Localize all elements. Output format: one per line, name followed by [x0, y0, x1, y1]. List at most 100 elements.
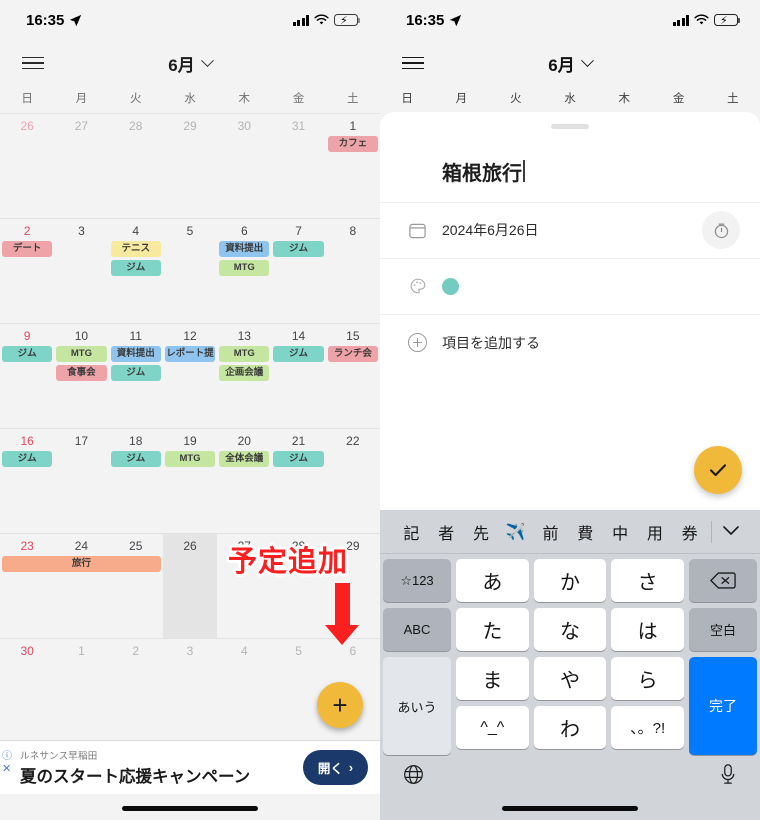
event-chip[interactable]: 食事会 [56, 365, 107, 381]
calendar-day-cell[interactable]: 24 [54, 534, 108, 638]
key-ra[interactable]: ら [611, 657, 685, 700]
chevron-down-icon[interactable] [716, 523, 746, 541]
event-chip[interactable]: 資料提出 [219, 241, 270, 257]
calendar-day-cell[interactable]: 20 全体会議 [217, 429, 271, 533]
close-icon[interactable]: ✕ [2, 763, 12, 776]
calendar-day-cell[interactable]: 28 [109, 114, 163, 218]
calendar-day-cell[interactable]: 25 [109, 534, 163, 638]
key-ta[interactable]: た [456, 608, 529, 651]
calendar-day-cell[interactable]: 7 ジム [271, 219, 325, 323]
key-ka[interactable]: か [533, 559, 607, 602]
event-chip[interactable]: デート [2, 241, 53, 257]
calendar-day-cell[interactable]: 4 テニス ジム [109, 219, 163, 323]
calendar-day-cell[interactable]: 10 MTG 食事会 [54, 324, 108, 428]
event-chip[interactable]: ジム [110, 365, 161, 381]
calendar-day-cell[interactable]: 3 [54, 219, 108, 323]
calendar-day-cell[interactable]: 29 [163, 114, 217, 218]
suggestion-item[interactable]: ✈️ [498, 522, 533, 542]
event-chip[interactable]: ジム [2, 346, 53, 362]
ad-open-button[interactable]: 開く › [302, 750, 368, 785]
calendar-day-cell[interactable]: 12 レポート提 [163, 324, 217, 428]
calendar-day-cell[interactable]: 14 ジム [271, 324, 325, 428]
event-chip[interactable]: ジム [2, 451, 53, 467]
calendar-day-cell[interactable]: 5 [271, 639, 325, 743]
suggestion-item[interactable]: 前 [533, 520, 568, 544]
key-ha[interactable]: は [611, 608, 685, 651]
event-chip[interactable]: ジム [110, 260, 161, 276]
calendar-day-cell[interactable]: 5 [163, 219, 217, 323]
timer-button[interactable] [702, 211, 740, 249]
calendar-day-cell[interactable]: 22 [326, 429, 380, 533]
calendar-day-cell[interactable]: 18 ジム [109, 429, 163, 533]
key-punctuation[interactable]: 、。?! [611, 706, 685, 749]
calendar-day-cell[interactable]: 23 [0, 534, 54, 638]
suggestion-item[interactable]: 先 [464, 520, 499, 544]
event-chip[interactable]: MTG [164, 451, 216, 467]
key-ya[interactable]: や [533, 657, 607, 700]
calendar-day-cell[interactable]: 17 [54, 429, 108, 533]
suggestion-item[interactable]: 券 [672, 520, 707, 544]
calendar-day-cell[interactable]: 4 [217, 639, 271, 743]
calendar-day-cell[interactable]: 30 [217, 114, 271, 218]
add-item-row[interactable]: 項目を追加する [380, 315, 760, 371]
info-icon[interactable]: ⓘ [2, 751, 12, 762]
event-chip[interactable]: ジム [273, 346, 324, 362]
event-chip[interactable]: テニス [110, 241, 161, 257]
save-event-fab[interactable] [694, 446, 742, 494]
month-selector-right[interactable]: 6月 [380, 51, 760, 76]
event-chip[interactable]: ジム [273, 451, 324, 467]
key-numbers[interactable]: ☆123 [383, 559, 451, 602]
microphone-icon[interactable] [718, 763, 738, 791]
calendar-day-cell[interactable]: 21 ジム [271, 429, 325, 533]
calendar-day-cell[interactable]: 19 MTG [163, 429, 217, 533]
calendar-day-cell[interactable]: 15 ランチ会 [326, 324, 380, 428]
calendar-day-cell[interactable]: 1 カフェ [326, 114, 380, 218]
calendar-day-cell[interactable]: 9 ジム [0, 324, 54, 428]
calendar-day-cell[interactable]: 16 ジム [0, 429, 54, 533]
key-sa[interactable]: さ [611, 559, 685, 602]
key-a[interactable]: あ [456, 559, 529, 602]
calendar-day-cell[interactable]: 8 [326, 219, 380, 323]
hamburger-menu-icon[interactable] [402, 56, 424, 70]
key-abc[interactable]: ABC [383, 608, 451, 651]
event-chip[interactable]: MTG [219, 260, 270, 276]
calendar-day-cell[interactable]: 30 [0, 639, 54, 743]
event-chip[interactable]: ジム [273, 241, 324, 257]
calendar-day-cell[interactable]: 27 [54, 114, 108, 218]
key-ma[interactable]: ま [456, 657, 529, 700]
calendar-day-cell[interactable]: 31 [271, 114, 325, 218]
calendar-day-cell[interactable]: 26 [162, 534, 218, 638]
multi-day-event-bar[interactable]: 旅行 [2, 556, 161, 572]
suggestion-item[interactable]: 用 [637, 520, 672, 544]
backspace-icon[interactable] [689, 559, 758, 602]
suggestion-item[interactable]: 中 [603, 520, 638, 544]
key-na[interactable]: な [533, 608, 607, 651]
globe-icon[interactable] [402, 763, 425, 791]
calendar-day-cell[interactable]: 6 資料提出 MTG [217, 219, 271, 323]
event-chip[interactable]: MTG [56, 346, 107, 362]
calendar-day-cell[interactable]: 2 [109, 639, 163, 743]
calendar-day-cell[interactable]: 1 [54, 639, 108, 743]
calendar-day-cell[interactable]: 13 MTG 企画会議 [217, 324, 271, 428]
calendar-day-cell[interactable]: 2 デート [0, 219, 54, 323]
key-emoticon[interactable]: ^_^ [456, 706, 529, 749]
ad-controls[interactable]: ⓘ ✕ [2, 750, 12, 776]
event-chip[interactable]: レポート提 [164, 346, 216, 362]
calendar-day-cell[interactable]: 3 [163, 639, 217, 743]
calendar-day-cell[interactable]: 26 [0, 114, 54, 218]
event-date-row[interactable]: 2024年6月26日 [380, 203, 760, 259]
event-color-row[interactable] [380, 259, 760, 315]
calendar-day-cell[interactable]: 11 資料提出 ジム [109, 324, 163, 428]
key-space[interactable]: 空白 [689, 608, 758, 651]
event-chip[interactable]: 資料提出 [110, 346, 161, 362]
month-selector[interactable]: 6月 [0, 51, 380, 76]
event-color-swatch[interactable] [442, 277, 459, 295]
suggestion-item[interactable]: 者 [429, 520, 464, 544]
event-chip[interactable]: カフェ [327, 136, 378, 152]
suggestion-item[interactable]: 費 [568, 520, 603, 544]
event-chip[interactable]: 企画会議 [219, 365, 270, 381]
event-chip[interactable]: ジム [110, 451, 161, 467]
key-kana-toggle[interactable]: あいう [383, 657, 451, 755]
hamburger-menu-icon[interactable] [22, 56, 44, 70]
suggestion-item[interactable]: 記 [394, 520, 429, 544]
